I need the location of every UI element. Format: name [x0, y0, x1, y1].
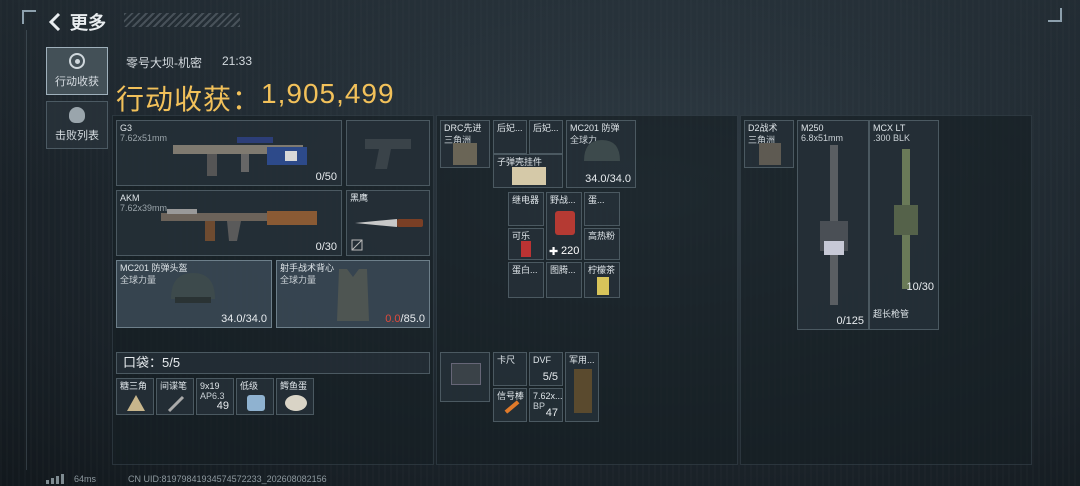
primary-weapon-slot[interactable]: G3 7.62x51mm 0/50 — [116, 120, 342, 186]
back-label: 更多 — [70, 13, 106, 33]
helmet-icon — [584, 140, 620, 161]
armor-name: 射手战术背心 — [280, 263, 335, 273]
pocket-item[interactable]: 低级 — [236, 378, 274, 415]
ammo-count: 0/30 — [315, 241, 337, 253]
backpack-item[interactable]: 高热粉 — [584, 228, 620, 260]
match-time: 21:33 — [222, 54, 253, 68]
backpack-item[interactable]: DVF 5/5 — [529, 352, 563, 386]
helmet-durability: 34.0/34.0 — [221, 313, 267, 325]
backpack-item[interactable]: 子弹壳挂件 — [493, 154, 563, 188]
backpack-item[interactable]: 蛋... — [584, 192, 620, 226]
charm-icon — [512, 167, 546, 185]
pocket-item[interactable]: 糖三角 — [116, 378, 154, 415]
pockets-label: 口袋： — [123, 355, 163, 370]
header: 更多 — [0, 0, 1080, 42]
pockets-header: 口袋：5/5 — [116, 352, 430, 374]
sidearm-slot[interactable] — [346, 120, 430, 186]
harvest-value: 1,905,499 — [261, 78, 395, 109]
skull-icon — [69, 107, 85, 123]
case-slot[interactable] — [440, 352, 490, 402]
helmet-brand: 全球力量 — [120, 275, 157, 285]
backpack-item[interactable]: 继电器 — [508, 192, 544, 226]
knife-icon — [355, 219, 423, 227]
rifle-icon — [894, 149, 918, 289]
map-name: 零号大坝-机密 — [126, 56, 202, 70]
harvest-label: 行动收获： — [116, 84, 262, 115]
back-chevron-icon — [48, 13, 61, 31]
armor-slot[interactable]: 射手战术背心 全球力量 0.0/85.0 — [276, 260, 430, 328]
armor-durability: 0.0/85.0 — [385, 313, 425, 325]
helmet-icon — [171, 273, 215, 303]
stash-weapon-m250[interactable]: M250 6.8x51mm 0/125 — [797, 120, 869, 330]
pen-icon — [167, 395, 185, 413]
backpack-helmet-slot[interactable]: MC201 防弹 全球力 34.0/34.0 — [566, 120, 636, 188]
unlocked-icon — [351, 239, 363, 251]
machine-gun-icon — [820, 145, 848, 305]
backpack-item[interactable]: 后妃... — [493, 120, 527, 154]
match-info: 零号大坝-机密 21:33 — [126, 54, 252, 71]
melee-name: 黑鹰 — [350, 193, 369, 203]
weapon-name: AKM — [120, 193, 140, 203]
egg-icon — [285, 395, 307, 411]
warning-triangle-icon — [127, 395, 145, 411]
vest-slot[interactable]: D2战术 三角洲 — [744, 120, 794, 168]
ping: 64ms — [74, 474, 97, 484]
status-bar: 64ms CN UID:819798419345745722​33_202608… — [46, 474, 327, 484]
backpack-item[interactable]: 柠檬茶 — [584, 262, 620, 298]
backpack-item[interactable]: 7.62x... BP 47 — [529, 388, 563, 422]
vest-icon — [337, 269, 369, 321]
rifle-icon — [173, 137, 307, 176]
frame-line — [26, 30, 27, 470]
ammo-count: 0/50 — [315, 171, 337, 183]
pockets-capacity: 5/5 — [162, 355, 181, 370]
flare-icon — [504, 400, 520, 414]
medkit-icon — [555, 211, 575, 235]
secondary-weapon-slot[interactable]: AKM 7.62x39mm 0/30 — [116, 190, 342, 256]
radio-icon — [574, 369, 592, 413]
ammo-type: 7.62x51mm — [120, 133, 168, 143]
target-icon — [69, 53, 85, 69]
header-stripes — [124, 13, 240, 27]
harvest-title: 行动收获： 1,905,499 — [116, 78, 395, 118]
canister-icon — [247, 395, 265, 411]
weapon-name: G3 — [120, 123, 133, 133]
tab-kill-list[interactable]: 击败列表 — [46, 101, 108, 149]
can-icon — [521, 241, 531, 257]
signal-icon — [46, 474, 64, 484]
rig-icon — [453, 143, 477, 165]
tab-label: 击败列表 — [55, 130, 99, 142]
backpack-item[interactable]: 野战... ✚ 220 — [546, 192, 582, 260]
backpack-item[interactable]: 蛋白... — [508, 262, 544, 298]
tab-label: 行动收获 — [55, 76, 99, 88]
back-button[interactable]: 更多 — [48, 11, 108, 33]
backpack-item[interactable]: 后妃... — [529, 120, 563, 154]
case-icon — [451, 363, 481, 385]
plus-icon: ✚ — [549, 246, 559, 258]
rifle-icon — [161, 209, 317, 241]
pistol-silhouette-icon — [365, 139, 411, 169]
helmet-slot[interactable]: MC201 防弹头盔 全球力量 34.0/34.0 — [116, 260, 272, 328]
tab-action-harvest[interactable]: 行动收获 — [46, 47, 108, 95]
rig-icon — [759, 143, 781, 165]
pocket-item[interactable]: 鳄鱼蛋 — [276, 378, 314, 415]
backpack-item[interactable]: 军用... — [565, 352, 599, 422]
backpack-item[interactable]: 信号棒 — [493, 388, 527, 422]
stash-weapon-mcx[interactable]: MCX LT .300 BLK 10/30 超长枪管 — [869, 120, 939, 330]
backpack-item[interactable]: 图腾... — [546, 262, 582, 298]
armor-brand: 全球力量 — [280, 275, 317, 285]
backpack-item[interactable]: 卡尺 — [493, 352, 527, 386]
uid: CN UID:819798419345745722​33_20260808215… — [128, 474, 327, 484]
pocket-item[interactable]: 9x19 AP6.3 49 — [196, 378, 234, 415]
chest-rig-slot[interactable]: DRC先进 三角洲 — [440, 120, 490, 168]
heal-amount: 220 — [561, 245, 580, 257]
pocket-item[interactable]: 间谍笔 — [156, 378, 194, 415]
tea-icon — [597, 277, 609, 295]
backpack-item[interactable]: 可乐 — [508, 228, 544, 260]
melee-slot[interactable]: 黑鹰 — [346, 190, 430, 256]
